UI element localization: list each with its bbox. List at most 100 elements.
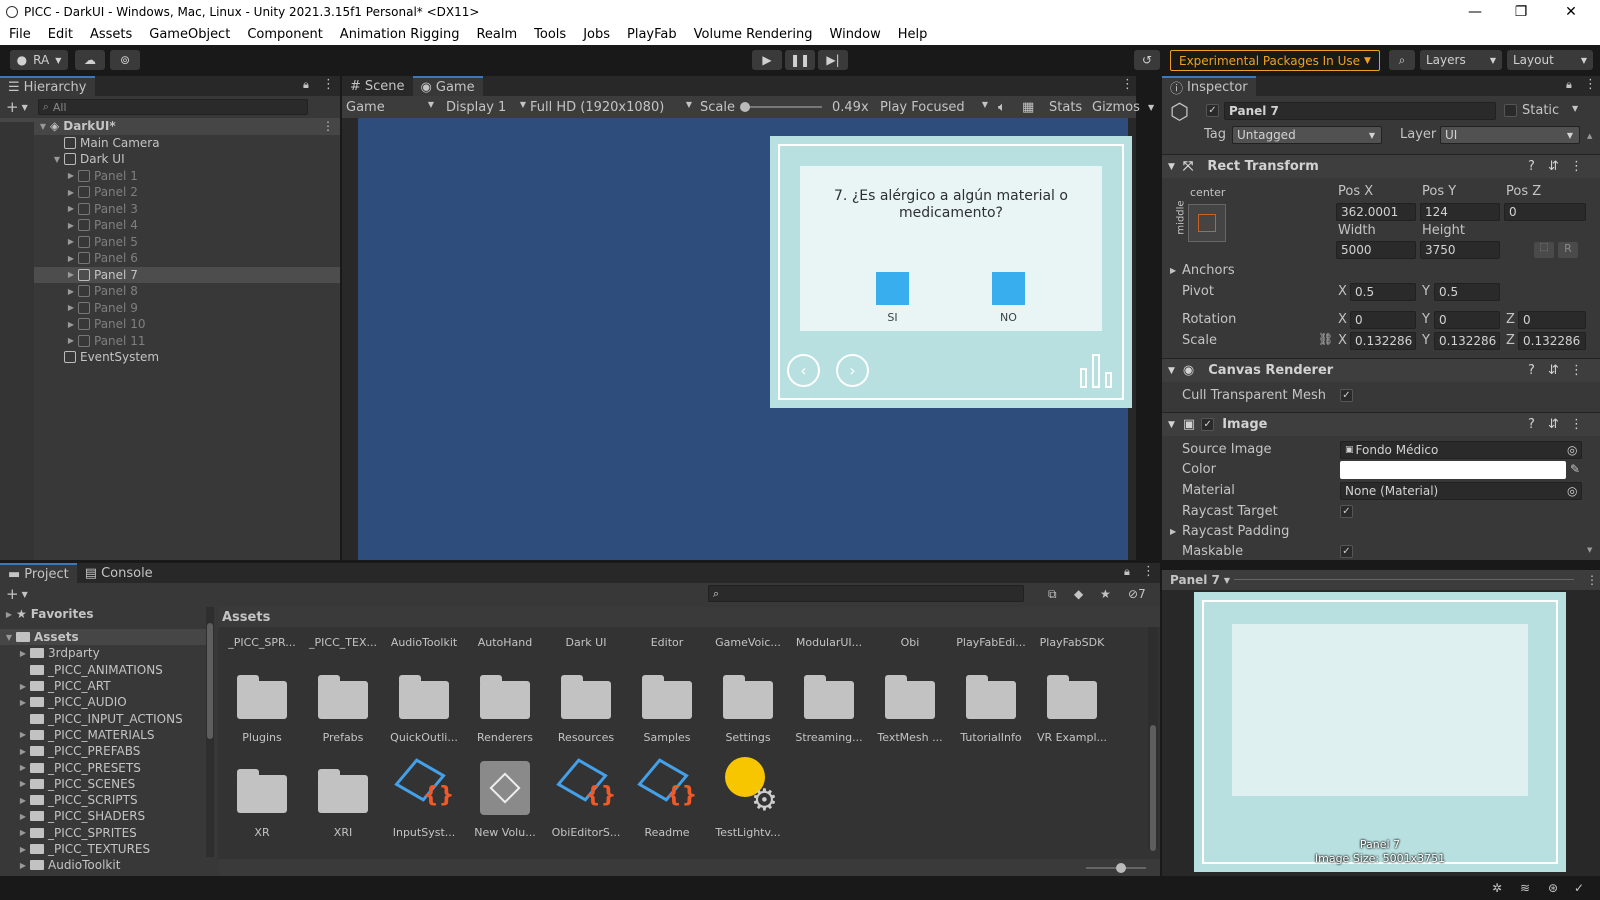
tag-dropdown[interactable]: Untagged ▼ — [1232, 126, 1382, 144]
asset-label[interactable]: Plugins — [222, 731, 302, 744]
hierarchy-item[interactable]: ▶ Panel 4 — [0, 217, 340, 234]
gizmos-button[interactable]: Gizmos — [1092, 100, 1140, 115]
menu-item-tools[interactable]: Tools — [525, 27, 574, 42]
asset-label[interactable]: New Volu... — [465, 826, 545, 839]
bug-icon[interactable]: ✲ — [1492, 881, 1502, 895]
more-icon[interactable]: ⋮ — [1121, 77, 1134, 92]
cloud-button[interactable]: ☁ — [75, 50, 105, 70]
color-swatch[interactable] — [1340, 461, 1566, 479]
active-checkbox[interactable]: ✓ — [1206, 104, 1219, 117]
game-viewport[interactable]: 7. ¿Es alérgico a algún material o medic… — [358, 118, 1132, 560]
preset-icon[interactable]: ⇵ — [1548, 417, 1559, 432]
more-icon[interactable]: ⋮ — [1586, 573, 1598, 587]
hierarchy-item[interactable]: ▶ Panel 3 — [0, 201, 340, 218]
favorite-star-icon[interactable]: ★ — [1100, 587, 1111, 601]
folder-tree-item[interactable]: ▶ _PICC_AUDIO — [0, 694, 206, 710]
breadcrumb-assets[interactable]: Assets — [222, 610, 270, 625]
asset-label[interactable]: InputSyst... — [384, 826, 464, 839]
canvas-renderer-header[interactable]: ▼ ◉ Canvas Renderer ? ⇵ ⋮ — [1162, 358, 1600, 382]
pivot-y-field[interactable]: 0.5 — [1434, 283, 1500, 301]
rect-transform-header[interactable]: ▼ ⤧ Rect Transform ? ⇵ ⋮ — [1162, 154, 1600, 178]
chevron-right-icon[interactable]: ▶ — [18, 649, 28, 658]
asset-label[interactable]: _PICC_SPR... — [222, 636, 302, 649]
slider-thumb[interactable] — [1116, 863, 1126, 873]
rotation-y-field[interactable]: 0 — [1434, 311, 1500, 329]
folder-icon[interactable] — [318, 769, 368, 813]
tree-scroll-thumb[interactable] — [207, 623, 213, 739]
network-icon[interactable]: ⊛ — [1548, 881, 1558, 895]
menu-item-component[interactable]: Component — [238, 27, 330, 42]
scale-x-field[interactable]: 0.132286 — [1350, 332, 1416, 350]
chevron-right-icon[interactable]: ▶ — [66, 221, 76, 230]
chevron-right-icon[interactable]: ▶ — [18, 730, 28, 739]
audio-icon[interactable]: 🔈︎ — [998, 100, 1006, 115]
menu-item-jobs[interactable]: Jobs — [574, 27, 618, 42]
menu-item-realm[interactable]: Realm — [467, 27, 525, 42]
anchors-label[interactable]: Anchors — [1182, 263, 1235, 278]
chevron-right-icon[interactable]: ▶ — [18, 812, 28, 821]
raycast-target-checkbox[interactable]: ✓ — [1340, 505, 1353, 518]
chevron-right-icon[interactable]: ▶ — [18, 828, 28, 837]
asset-label[interactable]: Dark UI — [546, 636, 626, 649]
menu-item-file[interactable]: File — [0, 27, 39, 42]
eyedropper-icon[interactable]: ✎ — [1570, 462, 1580, 476]
chevron-right-icon[interactable]: ▶ — [18, 747, 28, 756]
menu-item-edit[interactable]: Edit — [39, 27, 81, 42]
chevron-right-icon[interactable]: ▶ — [66, 237, 76, 246]
chevron-right-icon[interactable]: ▶ — [66, 287, 76, 296]
material-field[interactable]: None (Material) ◎ — [1340, 482, 1582, 500]
chevron-right-icon[interactable]: ▶ — [18, 682, 28, 691]
scale-y-field[interactable]: 0.132286 — [1434, 332, 1500, 350]
lock-icon[interactable]: 🔒︎ — [1124, 565, 1130, 579]
chevron-right-icon[interactable]: ▶ — [66, 336, 76, 345]
pos-z-field[interactable]: 0 — [1504, 203, 1586, 221]
help-icon[interactable]: ? — [1528, 417, 1535, 432]
rotation-x-field[interactable]: 0 — [1350, 311, 1416, 329]
hierarchy-item[interactable]: EventSystem — [0, 349, 340, 366]
asset-label[interactable]: Resources — [546, 731, 626, 744]
folder-icon[interactable] — [480, 675, 530, 719]
tab-game[interactable]: ◉ Game — [412, 76, 483, 96]
hierarchy-item[interactable]: ▶ Panel 11 — [0, 333, 340, 350]
rotation-z-field[interactable]: 0 — [1518, 311, 1586, 329]
asset-label[interactable]: AudioToolkit — [384, 636, 464, 649]
layers-stack-icon[interactable]: ≋ — [1520, 881, 1530, 895]
more-icon[interactable]: ⋮ — [1142, 564, 1155, 579]
asset-label[interactable]: ModularUI... — [789, 636, 869, 649]
folder-icon[interactable] — [237, 675, 287, 719]
folder-tree-item[interactable]: ▶ _PICC_SCRIPTS — [0, 792, 206, 808]
folder-icon[interactable] — [318, 675, 368, 719]
add-icon[interactable]: + — [6, 585, 19, 603]
scale-slider[interactable] — [740, 102, 822, 112]
more-icon[interactable]: ⋮ — [1570, 159, 1583, 174]
folder-tree-item[interactable]: ▶ 3rdparty — [0, 645, 206, 661]
scroll-up-icon[interactable]: ▲ — [1587, 132, 1592, 140]
scroll-down-icon[interactable]: ▼ — [1587, 546, 1592, 554]
asset-label[interactable]: PlayFabEdi... — [951, 636, 1031, 649]
chevron-right-icon[interactable]: ▶ — [1170, 266, 1176, 275]
display-dropdown[interactable]: Display 1 ▼ — [446, 100, 526, 115]
script-asset-icon[interactable]: {} — [394, 758, 454, 815]
folder-tree-item[interactable]: ▶ _PICC_TEXTURES — [0, 841, 206, 857]
display-mode-dropdown[interactable]: Game ▼ — [346, 100, 434, 115]
asset-label[interactable]: QuickOutli... — [384, 731, 464, 744]
script-asset-icon[interactable]: {} — [637, 758, 697, 815]
add-icon[interactable]: + — [6, 98, 19, 116]
maskable-checkbox[interactable]: ✓ — [1340, 545, 1353, 558]
folder-icon[interactable] — [237, 769, 287, 813]
folder-tree-item[interactable]: ▶ _PICC_PRESETS — [0, 759, 206, 775]
menu-item-volume-rendering[interactable]: Volume Rendering — [685, 27, 821, 42]
menu-item-playfab[interactable]: PlayFab — [618, 27, 685, 42]
hierarchy-item[interactable]: ▶ Panel 7 — [0, 266, 340, 283]
maximize-button[interactable]: ❐ — [1498, 0, 1544, 24]
grid-scrollbar[interactable] — [1148, 627, 1158, 851]
asset-label[interactable]: Streaming... — [789, 731, 869, 744]
chevron-right-icon[interactable]: ▶ — [18, 698, 28, 707]
chevron-right-icon[interactable]: ▶ — [18, 845, 28, 854]
lighting-settings-icon[interactable]: ⚙ — [723, 757, 781, 818]
tab-inspector[interactable]: ⓘ Inspector — [1162, 76, 1256, 97]
account-button[interactable]: ● RA ▼ — [10, 50, 68, 70]
menu-item-help[interactable]: Help — [889, 27, 936, 42]
more-icon[interactable]: ⋮ — [322, 119, 334, 133]
folder-icon[interactable] — [1047, 675, 1097, 719]
